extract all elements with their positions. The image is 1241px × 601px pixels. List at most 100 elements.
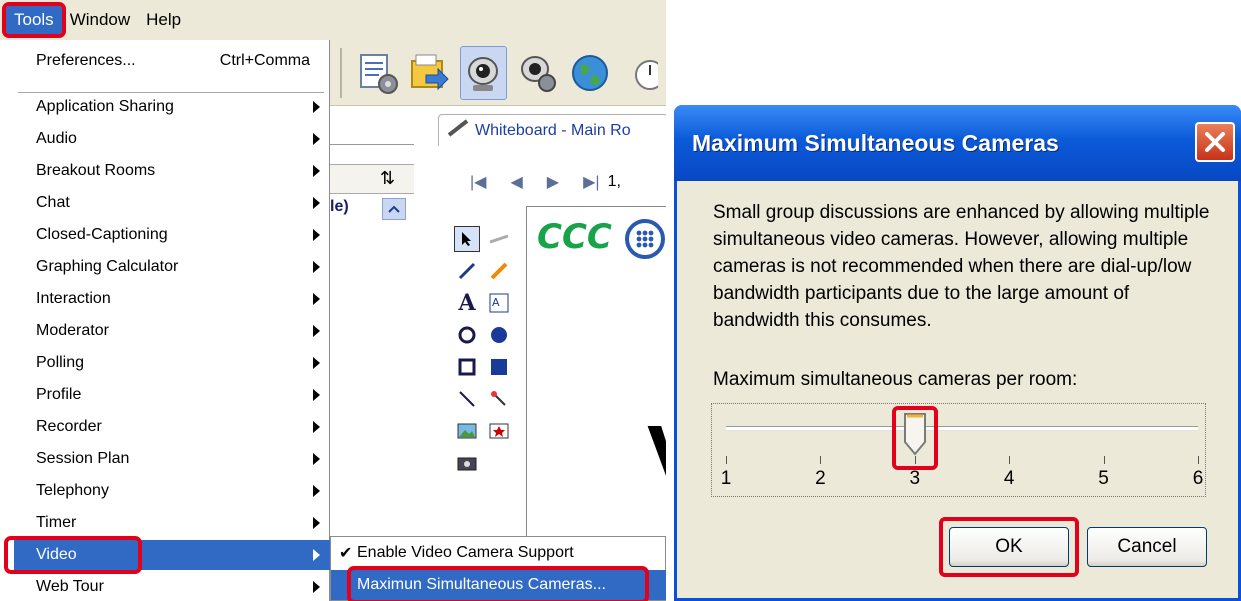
last-page-icon[interactable]: ▶| <box>583 172 599 192</box>
rectangle-tool-icon[interactable] <box>454 354 480 380</box>
menu-item-chat[interactable]: Chat <box>14 188 330 218</box>
menu-window[interactable]: Window <box>62 6 138 34</box>
menu-item-label: Graphing Calculator <box>36 258 179 275</box>
slider-tick <box>726 456 727 464</box>
slider-thumb[interactable] <box>903 412 927 456</box>
submenu-arrow-icon <box>313 517 320 529</box>
next-page-icon[interactable]: ▶ <box>547 172 559 192</box>
slider-tick <box>1009 456 1011 464</box>
pen-tool-icon[interactable] <box>454 258 480 284</box>
menu-item-label: Moderator <box>36 322 109 339</box>
checkmark-icon: ✔ <box>339 545 353 562</box>
menu-tools[interactable]: Tools <box>2 2 66 38</box>
app-window: Tools Window Help ⇅ le) Whiteboard - Mai… <box>0 0 666 601</box>
max-cameras-dialog: Maximum Simultaneous Cameras Small group… <box>674 105 1241 601</box>
dialog-title: Maximum Simultaneous Cameras <box>692 129 1059 156</box>
slider-tick-label: 1 <box>720 468 732 489</box>
camera-icon[interactable] <box>459 45 507 100</box>
menu-item-telephony[interactable]: Telephony <box>14 476 330 506</box>
menu-item-label: Polling <box>36 354 85 371</box>
max-cameras-annotation-box <box>347 566 649 601</box>
filled-rectangle-tool-icon[interactable] <box>486 354 512 380</box>
menu-item-session-plan[interactable]: Session Plan <box>14 444 330 474</box>
select-tool-icon[interactable] <box>454 226 480 252</box>
submenu-arrow-icon <box>313 357 320 369</box>
stamp-tool-icon[interactable] <box>486 418 512 444</box>
menu-item-web-tour[interactable]: Web Tour <box>14 572 330 601</box>
menu-item-label: Telephony <box>36 482 109 499</box>
straight-line-tool-icon[interactable] <box>454 386 480 412</box>
first-page-icon[interactable]: |◀ <box>470 172 486 192</box>
submenu-arrow-icon <box>313 421 320 433</box>
text-box-tool-icon[interactable]: A <box>486 290 512 316</box>
menu-item-moderator[interactable]: Moderator <box>14 316 330 346</box>
camera-count-slider[interactable]: 1 2 3 4 5 6 <box>711 403 1206 497</box>
participants-panel: ⇅ le) <box>330 106 414 601</box>
load-icon[interactable] <box>407 46 454 100</box>
svg-text:A: A <box>492 296 500 309</box>
whiteboard-page-nav: |◀ ◀ ▶ ▶| 1, <box>470 172 621 192</box>
menu-item-closed-captioning[interactable]: Closed-Captioning <box>14 220 330 250</box>
submenu-arrow-icon <box>313 261 320 273</box>
menu-item-label: Preferences... <box>36 52 136 69</box>
menu-item-recorder[interactable]: Recorder <box>14 412 330 442</box>
whiteboard-tab-title: Whiteboard - Main Ro <box>475 121 631 139</box>
menu-item-label: Timer <box>36 514 77 531</box>
globe-icon[interactable] <box>566 46 613 100</box>
slider-tick <box>1103 456 1105 464</box>
submenu-arrow-icon <box>313 581 320 593</box>
menu-item-label: Closed-Captioning <box>36 226 168 243</box>
participant-role-fragment: le) <box>330 198 349 215</box>
highlighter-tool-icon[interactable] <box>486 258 512 284</box>
timer-icon[interactable] <box>619 46 666 100</box>
text-tool-icon[interactable]: A <box>454 290 480 316</box>
menu-item-label: Session Plan <box>36 450 130 467</box>
screen-capture-tool-icon[interactable] <box>454 450 480 476</box>
slider-track[interactable] <box>726 426 1198 431</box>
dialog-titlebar[interactable]: Maximum Simultaneous Cameras <box>674 105 1241 181</box>
submenu-arrow-icon <box>313 389 320 401</box>
submenu-arrow-icon <box>313 293 320 305</box>
menu-item-profile[interactable]: Profile <box>14 380 330 410</box>
menu-item-label: Profile <box>36 386 82 403</box>
ok-button[interactable]: OK <box>949 527 1069 567</box>
slider-tick-label: 3 <box>909 468 921 489</box>
sort-icon[interactable]: ⇅ <box>380 168 395 189</box>
menu-item-preferences[interactable]: Preferences... Ctrl+Comma <box>14 46 330 76</box>
circle-tool-icon[interactable] <box>454 322 480 348</box>
pen-icon <box>447 119 469 142</box>
submenu-item-enable-video-camera[interactable]: ✔ Enable Video Camera Support <box>331 538 666 568</box>
ccc-logo: CCC <box>537 217 666 260</box>
menu-item-label: Interaction <box>36 290 111 307</box>
cancel-button[interactable]: Cancel <box>1087 527 1207 567</box>
menu-item-application-sharing[interactable]: Application Sharing <box>14 92 330 122</box>
menu-item-polling[interactable]: Polling <box>14 348 330 378</box>
page-number-fragment: 1, <box>607 173 621 190</box>
image-tool-icon[interactable] <box>454 418 480 444</box>
tools-menu: Preferences... Ctrl+Comma Application Sh… <box>4 40 330 601</box>
menu-item-timer[interactable]: Timer <box>14 508 330 538</box>
slider-tick <box>820 456 822 464</box>
toolbar-separator <box>340 47 342 98</box>
menu-item-audio[interactable]: Audio <box>14 124 330 154</box>
menu-help[interactable]: Help <box>138 6 189 34</box>
menu-item-graphing-calculator[interactable]: Graphing Calculator <box>14 252 330 282</box>
close-icon[interactable] <box>1195 122 1235 162</box>
slider-tick-label: 5 <box>1098 468 1109 489</box>
submenu-item-label: Enable Video Camera Support <box>357 544 574 561</box>
prev-page-icon[interactable]: ◀ <box>510 172 522 192</box>
slider-tick <box>1198 456 1199 464</box>
submenu-arrow-icon <box>313 485 320 497</box>
magic-wand-tool-icon[interactable] <box>486 386 512 412</box>
menu-item-label: Audio <box>36 130 77 147</box>
whiteboard-tab[interactable]: Whiteboard - Main Ro <box>438 114 666 146</box>
preferences-icon[interactable] <box>354 46 401 100</box>
camera-settings-icon[interactable] <box>513 46 560 100</box>
filled-circle-tool-icon[interactable] <box>486 322 512 348</box>
line-tool-icon[interactable] <box>486 226 512 252</box>
scroll-up-icon[interactable] <box>382 198 406 220</box>
submenu-arrow-icon <box>313 229 320 241</box>
menu-item-breakout-rooms[interactable]: Breakout Rooms <box>14 156 330 186</box>
panel-tab-edge <box>330 144 414 145</box>
menu-item-interaction[interactable]: Interaction <box>14 284 330 314</box>
